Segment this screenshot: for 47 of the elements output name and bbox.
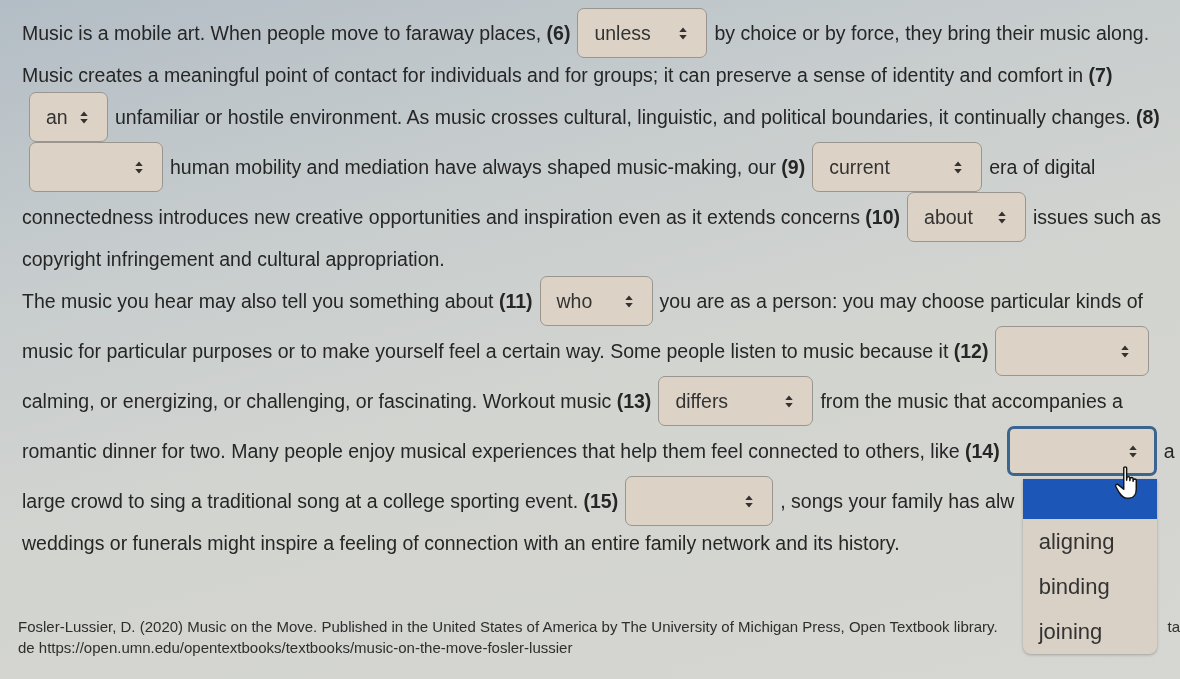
- passage-text: from the music that accompanies a: [820, 389, 1123, 413]
- updown-arrows-icon: [79, 109, 89, 125]
- dropdown[interactable]: [995, 326, 1150, 376]
- passage-text: romantic dinner for two. Many people enjoy musical experiences that help them feel connected to others, like (14): [22, 439, 1000, 463]
- dropdown[interactable]: [1006, 426, 1157, 476]
- citation-text: ta: [1167, 618, 1180, 635]
- updown-arrows-icon: [623, 293, 634, 309]
- passage-text: copyright infringement and cultural appropriation.: [22, 247, 445, 271]
- passage-text: Music is a mobile art. When people move to faraway places, (6): [22, 21, 571, 45]
- passage-text: issues such as: [1033, 205, 1161, 229]
- passage-text: large crowd to sing a traditional song at a college sporting event. (15): [22, 489, 619, 513]
- citation-text: de https://open.umn.edu/opentextbooks/textbooks/music-on-the-move-fosler-lussier: [18, 639, 573, 656]
- passage-text: a: [1163, 439, 1175, 463]
- dropdown[interactable]: who: [539, 276, 653, 326]
- dropdown[interactable]: current: [812, 142, 983, 192]
- dropdown-option[interactable]: joining: [1022, 609, 1157, 654]
- updown-arrows-icon: [997, 209, 1008, 225]
- updown-arrows-icon: [1120, 343, 1131, 359]
- passage-text: human mobility and mediation have always shaped music-making, our (9): [170, 155, 806, 179]
- updown-arrows-icon: [953, 159, 964, 175]
- passage-text: Music creates a meaningful point of contact for individuals and for groups; it can preserve a sense of identity and comfort in (7): [22, 63, 1113, 87]
- updown-arrows-icon: [678, 25, 689, 41]
- dropdown[interactable]: [625, 476, 774, 526]
- passage-text: calming, or energizing, or challenging, or fascinating. Workout music (13): [22, 389, 652, 413]
- passage-text: by choice or by force, they bring their music along.: [714, 21, 1150, 45]
- dropdown[interactable]: about: [907, 192, 1027, 242]
- hand-cursor-icon: [1112, 466, 1139, 499]
- citation-text: Fosler-Lussier, D. (2020) Music on the Move. Published in the United States of America by The University of Michigan Press, Open Textbook library.: [18, 618, 998, 635]
- dropdown-option[interactable]: aligning: [1022, 519, 1157, 564]
- updown-arrows-icon: [1127, 443, 1138, 459]
- passage-text: unfamiliar or hostile environment. As music crosses cultural, linguistic, and political boundaries, it continually changes. (8): [115, 105, 1160, 129]
- updown-arrows-icon: [784, 393, 795, 409]
- passage-text: you are as a person: you may choose particular kinds of: [659, 289, 1143, 313]
- dropdown[interactable]: differs: [658, 376, 814, 426]
- passage-text: The music you hear may also tell you something about (11): [22, 289, 533, 313]
- dropdown[interactable]: [29, 142, 163, 192]
- passage-text: weddings or funerals might inspire a feeling of connection with an entire family network and its history.: [22, 531, 900, 555]
- dropdown[interactable]: an: [29, 92, 108, 142]
- passage-text: , songs your family has alw: [780, 489, 1015, 513]
- dropdown[interactable]: unless: [577, 8, 708, 58]
- passage-text: era of digital: [989, 155, 1096, 179]
- passage-text: music for particular purposes or to make yourself feel a certain way. Some people listen to music because it (12): [22, 339, 989, 363]
- dropdown-option[interactable]: binding: [1022, 564, 1157, 609]
- updown-arrows-icon: [134, 159, 144, 175]
- updown-arrows-icon: [744, 493, 755, 509]
- dropdown-option[interactable]: [1022, 479, 1157, 519]
- passage-text: connectedness introduces new creative opportunities and inspiration even as it extends concerns (10): [22, 205, 901, 229]
